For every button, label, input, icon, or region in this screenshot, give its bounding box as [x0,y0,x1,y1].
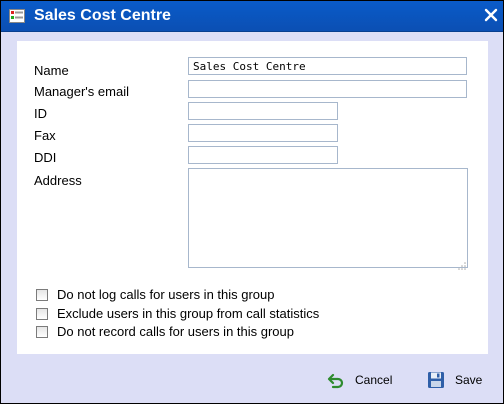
id-field[interactable] [188,102,338,120]
resize-grip-icon[interactable] [458,258,466,270]
address-label: Address [34,173,82,188]
form-window-icon [9,9,25,23]
title-bar[interactable]: Sales Cost Centre [1,1,503,32]
id-label: ID [34,106,47,121]
floppy-disk-icon [427,371,445,389]
no-log-calls-label: Do not log calls for users in this group [57,287,275,302]
fax-label: Fax [34,128,56,143]
ddi-label: DDI [34,150,57,165]
no-log-calls-checkbox[interactable] [36,288,48,301]
address-field[interactable] [188,168,468,268]
save-label: Save [455,373,483,387]
no-record-calls-checkbox[interactable] [36,325,48,338]
managers-email-field[interactable] [188,80,467,98]
cancel-label: Cancel [355,373,393,387]
save-button[interactable]: Save [427,371,482,389]
no-record-calls-row[interactable]: Do not record calls for users in this gr… [36,324,294,339]
window-title: Sales Cost Centre [34,7,171,24]
managers-email-label: Manager's email [34,84,129,99]
no-record-calls-label: Do not record calls for users in this gr… [57,324,294,339]
dialog-window: Sales Cost Centre Name Manager's email I… [0,0,504,404]
exclude-stats-row[interactable]: Exclude users in this group from call st… [36,306,319,321]
fax-field[interactable] [188,124,338,142]
cancel-button[interactable]: Cancel [327,371,392,389]
name-label: Name [34,63,69,78]
name-field[interactable] [188,57,467,75]
close-icon[interactable] [482,6,500,24]
ddi-field[interactable] [188,146,338,164]
form-panel: Name Manager's email ID Fax DDI Address [17,41,488,354]
exclude-stats-label: Exclude users in this group from call st… [57,306,320,321]
no-log-calls-row[interactable]: Do not log calls for users in this group [36,287,275,302]
exclude-stats-checkbox[interactable] [36,307,48,320]
undo-arrow-icon [327,371,345,389]
address-container [188,168,468,270]
